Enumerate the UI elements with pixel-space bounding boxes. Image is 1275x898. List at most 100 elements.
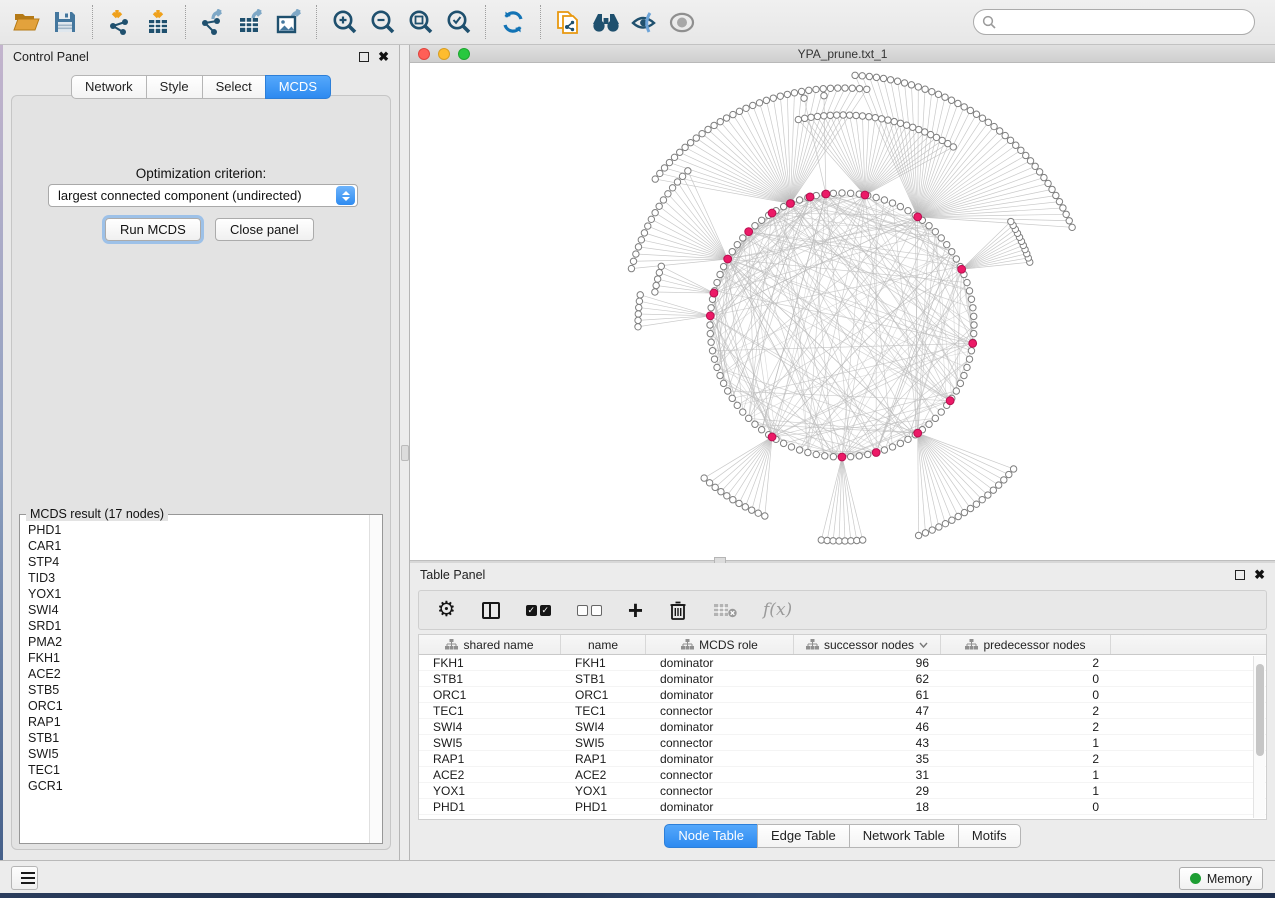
zoom-selected-button[interactable] (439, 3, 477, 41)
zoom-in-icon (331, 9, 358, 36)
export-network-button[interactable] (194, 3, 232, 41)
splitter-handle[interactable] (401, 445, 409, 461)
table-scrollbar[interactable] (1253, 656, 1265, 818)
column-header-name[interactable]: name (561, 635, 646, 654)
tab-motifs[interactable]: Motifs (958, 824, 1021, 848)
run-mcds-button[interactable]: Run MCDS (105, 218, 201, 241)
vertical-splitter[interactable] (400, 45, 410, 860)
memory-status-icon (1190, 873, 1201, 884)
memory-button[interactable]: Memory (1179, 867, 1263, 890)
apply-layout-button[interactable] (494, 3, 532, 41)
save-session-button[interactable] (46, 3, 84, 41)
mcds-node-item[interactable]: PMA2 (28, 634, 368, 650)
table-row[interactable]: RAP1RAP1dominator352 (419, 751, 1266, 767)
mcds-node-item[interactable]: RAP1 (28, 714, 368, 730)
table-row[interactable]: SWI4SWI4dominator462 (419, 719, 1266, 735)
tab-node-table[interactable]: Node Table (664, 824, 758, 848)
search-binoculars-button[interactable] (587, 3, 625, 41)
mcds-tab-content: Optimization criterion: largest connecte… (11, 95, 391, 850)
import-table-button[interactable] (139, 3, 177, 41)
mcds-node-item[interactable]: FKH1 (28, 650, 368, 666)
close-panel-icon[interactable]: ✖ (1254, 570, 1265, 580)
eye-slash-icon (630, 10, 658, 35)
mcds-node-item[interactable]: YOX1 (28, 586, 368, 602)
mcds-node-item[interactable]: CAR1 (28, 538, 368, 554)
mcds-list-scrollbar[interactable] (369, 515, 382, 843)
table-row[interactable]: TEC1TEC1connector472 (419, 703, 1266, 719)
criterion-dropdown[interactable]: largest connected component (undirected) (48, 184, 358, 207)
close-panel-icon[interactable]: ✖ (378, 52, 389, 62)
mcds-node-item[interactable]: STB1 (28, 730, 368, 746)
mcds-node-item[interactable]: STB5 (28, 682, 368, 698)
show-columns-icon[interactable] (482, 602, 500, 619)
mcds-node-item[interactable]: SWI4 (28, 602, 368, 618)
node-table[interactable]: shared name name MCDS rolesuccessor nodesp… (418, 634, 1267, 820)
tab-network[interactable]: Network (71, 75, 147, 99)
add-column-icon[interactable]: + (628, 600, 643, 620)
delete-column-icon[interactable] (669, 600, 687, 621)
cell-MCDS-role: connector (646, 784, 794, 798)
table-row[interactable]: SWI5SWI5connector431 (419, 735, 1266, 751)
zoom-out-button[interactable] (363, 3, 401, 41)
cell-name: STB1 (561, 672, 646, 686)
hide-selected-button[interactable] (625, 3, 663, 41)
column-label: name (588, 638, 618, 652)
unselect-all-icon[interactable] (577, 605, 602, 616)
mcds-node-item[interactable]: TEC1 (28, 762, 368, 778)
toolbar-separator (485, 5, 486, 39)
column-header-MCDS-role[interactable]: MCDS role (646, 635, 794, 654)
float-panel-icon[interactable] (359, 52, 369, 62)
table-row[interactable]: YOX1YOX1connector291 (419, 783, 1266, 799)
show-all-button[interactable] (663, 3, 701, 41)
search-input[interactable] (997, 12, 1254, 32)
binoculars-icon (591, 10, 621, 34)
tab-edge-table[interactable]: Edge Table (757, 824, 850, 848)
cell-shared-name: SWI4 (419, 720, 561, 734)
export-image-button[interactable] (270, 3, 308, 41)
tab-select[interactable]: Select (202, 75, 266, 99)
column-header-predecessor-nodes[interactable]: predecessor nodes (941, 635, 1111, 654)
table-row[interactable]: STB1STB1dominator620 (419, 671, 1266, 687)
zoom-in-button[interactable] (325, 3, 363, 41)
close-panel-button[interactable]: Close panel (215, 218, 314, 241)
mcds-node-item[interactable]: GCR1 (28, 778, 368, 794)
chevron-down-icon[interactable] (919, 642, 928, 648)
float-panel-icon[interactable] (1235, 570, 1245, 580)
clone-network-button[interactable] (549, 3, 587, 41)
network-canvas[interactable] (410, 63, 1275, 562)
mcds-node-item[interactable]: ORC1 (28, 698, 368, 714)
network-search-box[interactable] (973, 9, 1255, 35)
scrollbar-thumb[interactable] (1256, 664, 1264, 756)
cell-name: FKH1 (561, 656, 646, 670)
import-network-button[interactable] (101, 3, 139, 41)
table-panel-title: Table Panel (420, 568, 485, 582)
mcds-node-item[interactable]: SRD1 (28, 618, 368, 634)
network-graph[interactable] (410, 63, 1275, 562)
mcds-node-item[interactable]: STP4 (28, 554, 368, 570)
export-table-button[interactable] (232, 3, 270, 41)
task-history-button[interactable] (11, 866, 38, 890)
tab-style[interactable]: Style (146, 75, 203, 99)
hierarchy-icon (806, 639, 819, 650)
mcds-node-item[interactable]: ACE2 (28, 666, 368, 682)
table-settings-gear-icon[interactable]: ⚙ (437, 600, 456, 620)
mcds-node-item[interactable]: SWI5 (28, 746, 368, 762)
mcds-result-list[interactable]: PHD1CAR1STP4TID3YOX1SWI4SRD1PMA2FKH1ACE2… (21, 518, 368, 842)
table-row[interactable]: PHD1PHD1dominator180 (419, 799, 1266, 815)
column-header-successor-nodes[interactable]: successor nodes (794, 635, 941, 654)
fit-content-button[interactable] (401, 3, 439, 41)
network-window-titlebar[interactable]: YPA_prune.txt_1 (410, 45, 1275, 63)
table-row[interactable]: FKH1FKH1dominator962 (419, 655, 1266, 671)
mcds-node-item[interactable]: PHD1 (28, 522, 368, 538)
cell-shared-name: ORC1 (419, 688, 561, 702)
mcds-node-item[interactable]: TID3 (28, 570, 368, 586)
cell-MCDS-role: connector (646, 768, 794, 782)
tab-mcds[interactable]: MCDS (265, 75, 331, 99)
select-all-icon[interactable]: ✓✓ (526, 605, 551, 616)
column-header-shared-name[interactable]: shared name (419, 635, 561, 654)
column-label: shared name (463, 638, 533, 652)
open-file-button[interactable] (8, 3, 46, 41)
tab-network-table[interactable]: Network Table (849, 824, 959, 848)
table-row[interactable]: ORC1ORC1dominator610 (419, 687, 1266, 703)
table-row[interactable]: ACE2ACE2connector311 (419, 767, 1266, 783)
